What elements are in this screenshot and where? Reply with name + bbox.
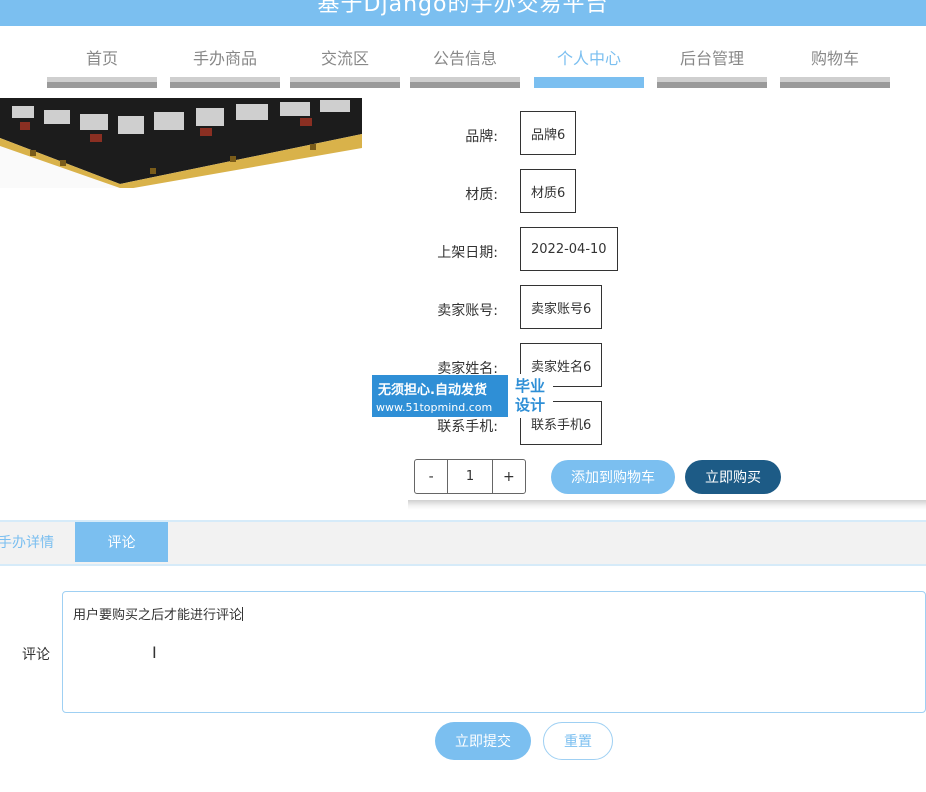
nav-underline	[534, 77, 644, 88]
nav-label: 后台管理	[679, 49, 744, 68]
nav-item-home[interactable]: 首页	[47, 44, 157, 88]
text-cursor-icon: I	[152, 643, 157, 662]
section-divider	[408, 500, 926, 510]
watermark-url: www.51topmind.com	[376, 401, 493, 414]
nav-item-cart[interactable]: 购物车	[780, 44, 890, 88]
nav-item-profile[interactable]: 个人中心	[534, 44, 644, 88]
listing-date-value: 2022-04-10	[520, 227, 618, 271]
watermark-line1: 无须担心.自动发货	[378, 383, 487, 398]
seller-account-value: 卖家账号6	[520, 285, 603, 329]
nav-item-admin[interactable]: 后台管理	[657, 44, 767, 88]
submit-button[interactable]: 立即提交	[435, 722, 531, 760]
nav-item-figures[interactable]: 手办商品	[170, 44, 280, 88]
seller-account-label: 卖家账号:	[437, 303, 498, 319]
tab-figure-details[interactable]: 手办详情	[0, 522, 75, 562]
nav-underline	[290, 77, 400, 88]
product-image	[0, 98, 362, 188]
nav-item-notices[interactable]: 公告信息	[410, 44, 520, 88]
site-title: 基于Django的手办交易平台	[317, 0, 609, 17]
nav-label: 首页	[85, 49, 118, 68]
site-header: 基于Django的手办交易平台	[0, 0, 926, 26]
watermark-stamp-line1: 毕业	[514, 377, 545, 395]
buy-now-button[interactable]: 立即购买	[685, 460, 781, 494]
detail-tabs: 手办详情 评论	[0, 520, 926, 566]
listing-date-label: 上架日期:	[437, 245, 498, 261]
watermark-stamp-line2: 设计	[514, 396, 545, 414]
quantity-input[interactable]: 1	[447, 460, 493, 493]
text-caret	[242, 607, 244, 621]
tab-comments[interactable]: 评论	[75, 522, 168, 562]
comment-textarea[interactable]: 用户要购买之后才能进行评论	[62, 591, 926, 713]
watermark-stamp: 毕业 设计	[508, 375, 552, 417]
nav-label: 个人中心	[556, 49, 621, 68]
brand-value: 品牌6	[520, 111, 577, 155]
nav-label: 手办商品	[192, 49, 257, 68]
seller-phone-label: 联系手机:	[437, 419, 498, 435]
brand-label: 品牌:	[465, 129, 498, 145]
product-illustration	[0, 98, 362, 188]
watermark-badge: 无须担心.自动发货 www.51topmind.com 毕业 设计	[371, 374, 553, 418]
decrement-button[interactable]: -	[415, 460, 447, 493]
quantity-stepper: - 1 +	[414, 459, 526, 494]
tab-label: 手办详情	[0, 535, 54, 551]
nav-label: 购物车	[810, 49, 859, 68]
increment-button[interactable]: +	[493, 460, 525, 493]
nav-label: 公告信息	[432, 49, 497, 68]
tab-label: 评论	[107, 535, 136, 551]
nav-underline	[410, 77, 520, 88]
nav-underline	[47, 77, 157, 88]
nav-underline	[657, 77, 767, 88]
material-label: 材质:	[465, 187, 498, 203]
nav-underline	[780, 77, 890, 88]
nav-item-forum[interactable]: 交流区	[290, 44, 400, 88]
reset-button[interactable]: 重置	[543, 722, 613, 760]
nav-underline	[170, 77, 280, 88]
add-to-cart-button[interactable]: 添加到购物车	[551, 460, 675, 494]
material-value: 材质6	[520, 169, 577, 213]
watermark-text: 无须担心.自动发货 www.51topmind.com	[372, 375, 508, 417]
nav-label: 交流区	[320, 49, 369, 68]
comment-text: 用户要购买之后才能进行评论	[73, 608, 243, 623]
comment-label: 评论	[22, 647, 50, 663]
